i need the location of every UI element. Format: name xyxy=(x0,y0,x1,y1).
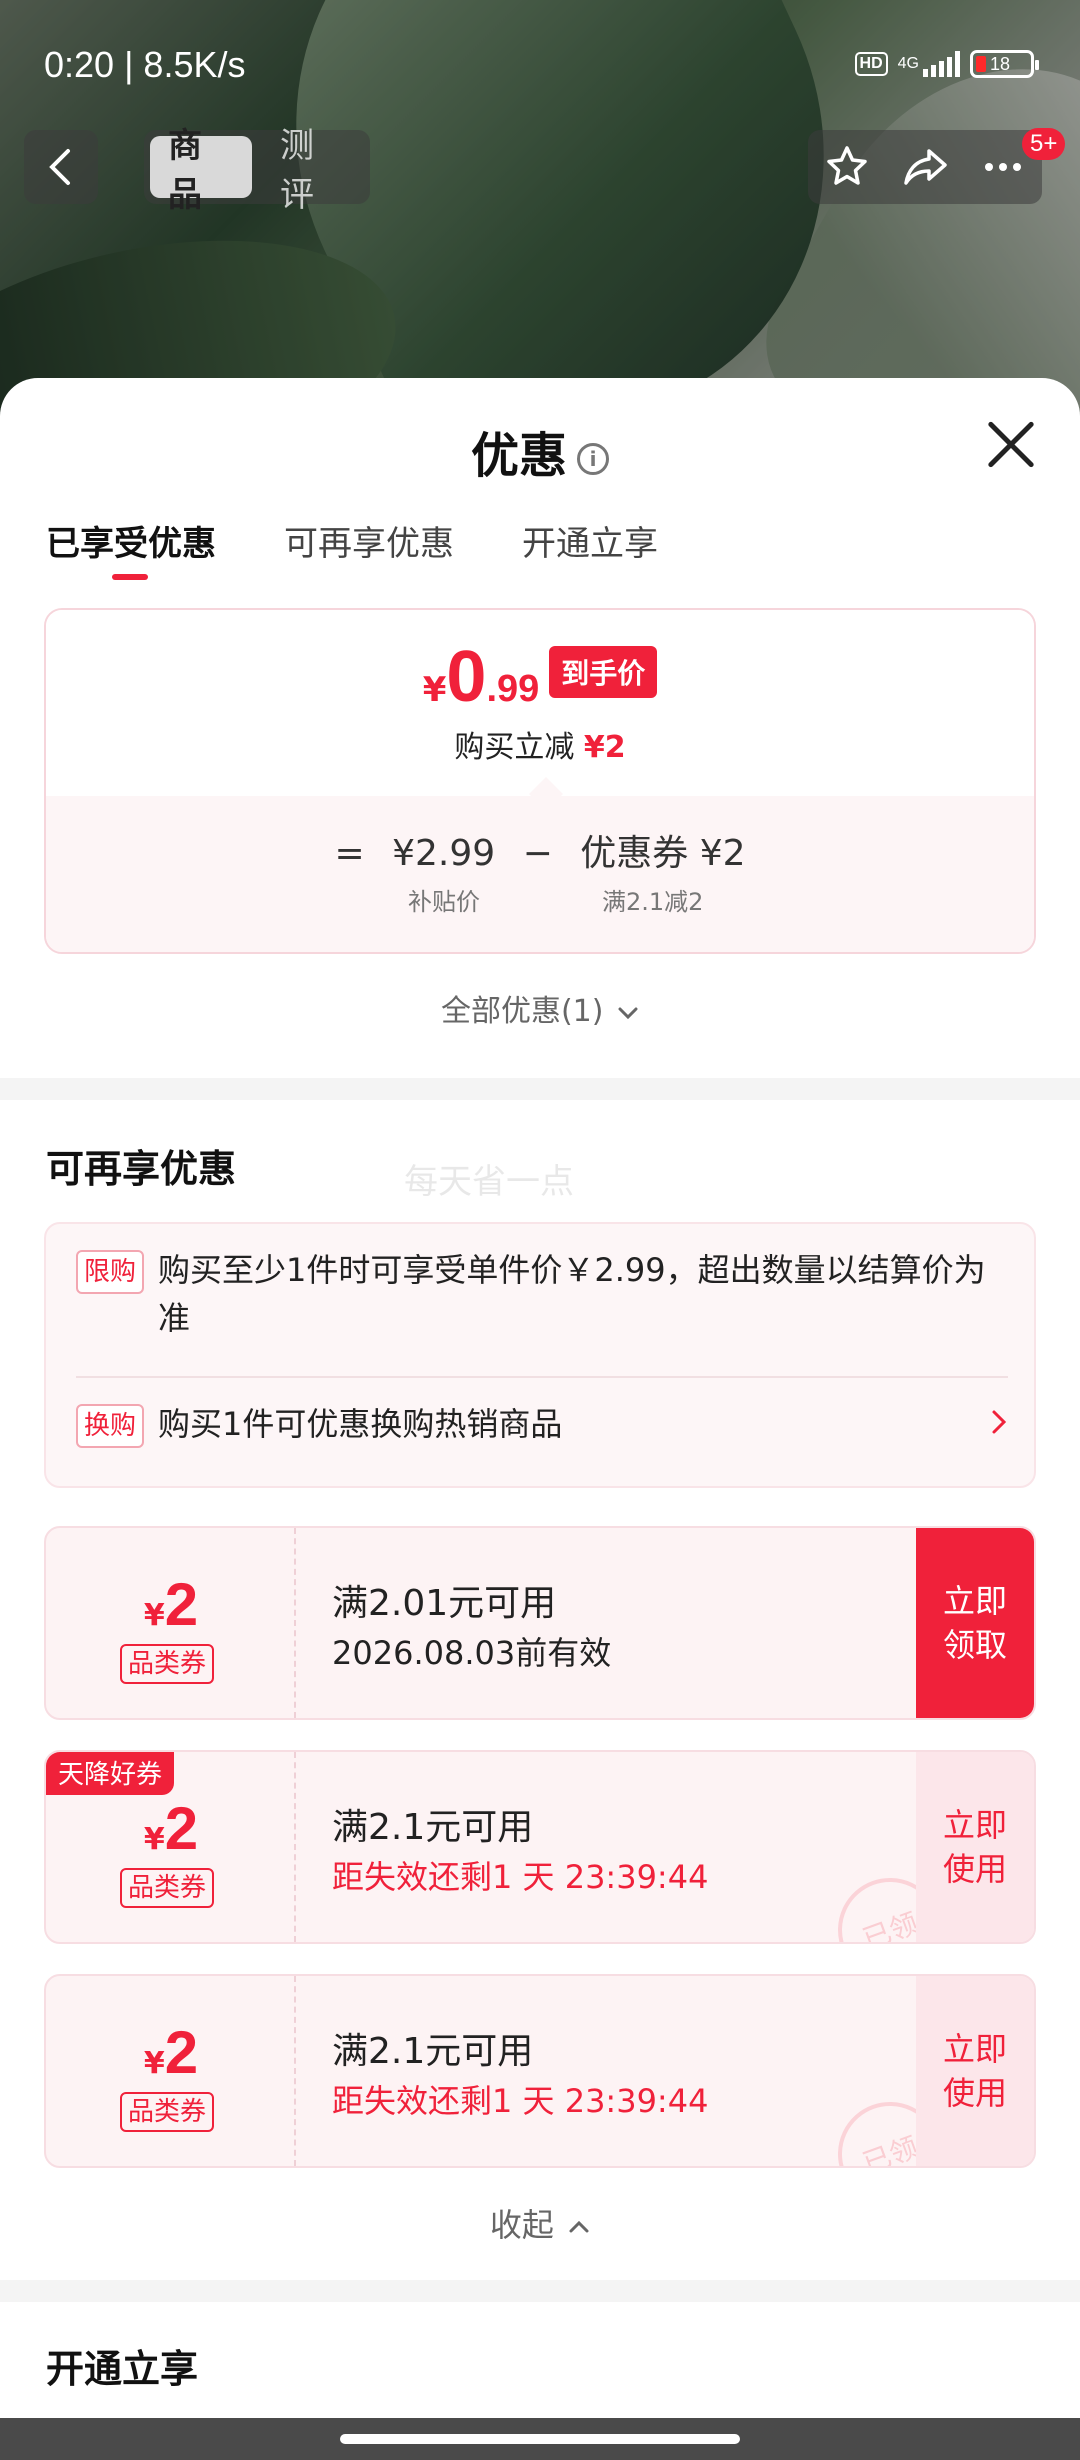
rule-tag: 限购 xyxy=(76,1250,145,1294)
all-offers-toggle[interactable]: 全部优惠(1) xyxy=(0,986,1080,1030)
sheet-title-text: 优惠 xyxy=(470,428,567,484)
open-now-title: 开通立享 xyxy=(46,2347,199,2391)
subsidy-price: ¥2.99 xyxy=(392,833,496,874)
chevron-up-icon xyxy=(569,2220,589,2233)
home-indicator[interactable] xyxy=(340,2434,740,2444)
share-icon[interactable] xyxy=(890,132,960,202)
final-price: ¥0.99 到手价 xyxy=(46,636,1034,718)
coupon-validity: 2026.08.03前有效 xyxy=(332,1634,612,1672)
use-coupon-button[interactable]: 立即 使用 xyxy=(916,1976,1034,2166)
battery-level: 18 xyxy=(990,53,1011,74)
coupon-type-badge: 品类券 xyxy=(120,1868,215,1908)
coupon-deduction: 优惠券 ¥2 xyxy=(580,833,746,874)
tab-more-offers[interactable]: 可再享优惠 xyxy=(284,516,454,565)
price-card: ¥0.99 到手价 购买立减 ¥2 = ¥2.99 − 优惠券 ¥2 补贴价 满2… xyxy=(44,608,1036,954)
tab-review[interactable]: 测评 xyxy=(262,126,364,215)
offer-tabs: 已享受优惠 可再享优惠 开通立享 xyxy=(46,516,658,580)
coupon-card: ¥2 品类券 满2.1元可用 距失效还剩1 天 23:39:44 已领 立即 使用 xyxy=(44,1974,1036,2168)
watermark: 每天省一点 xyxy=(404,1162,574,1202)
coupon-type-badge: 品类券 xyxy=(120,1644,215,1684)
system-navigation-bar xyxy=(0,2418,1080,2460)
rule-limit: 限购 购买至少1件时可享受单件价￥2.99，超出数量以结算价为准 xyxy=(76,1246,998,1342)
rule-exchange[interactable]: 换购 购买1件可优惠换购热销商品 xyxy=(76,1400,998,1448)
back-button[interactable] xyxy=(24,130,98,204)
status-time: 0:20 | 8.5K/s xyxy=(44,44,246,85)
coupon-condition: 满2.1元可用 xyxy=(332,1807,534,1848)
message-badge: 5+ xyxy=(1022,128,1066,160)
more-offers-title: 可再享优惠 xyxy=(46,1147,237,1191)
chevron-left-icon xyxy=(49,149,70,185)
coupon-card: ¥2 品类券 满2.01元可用 2026.08.03前有效 立即 领取 xyxy=(44,1526,1036,1720)
network-type: 4G xyxy=(897,55,919,72)
section-divider xyxy=(0,2280,1080,2302)
info-icon[interactable]: i xyxy=(577,443,609,475)
subsidy-price-label: 补贴价 xyxy=(408,888,480,916)
use-coupon-button[interactable]: 立即 使用 xyxy=(916,1752,1034,1942)
offers-sheet: 优惠 i 已享受优惠 可再享优惠 开通立享 ¥0.99 到手价 购买立减 ¥2 = … xyxy=(0,378,1080,2418)
coupon-countdown: 距失效还剩1 天 23:39:44 xyxy=(332,1858,709,1896)
instant-discount: 购买立减 ¥2 xyxy=(454,730,626,765)
coupon-card: 天降好券 ¥2 品类券 满2.1元可用 距失效还剩1 天 23:39:44 已领… xyxy=(44,1750,1036,1944)
coupon-value: ¥2 xyxy=(143,2019,199,2086)
coupon-value: ¥2 xyxy=(143,1571,199,1638)
purchase-rules: 限购 购买至少1件时可享受单件价￥2.99，超出数量以结算价为准 换购 购买1件… xyxy=(44,1222,1036,1488)
hd-icon: HD xyxy=(854,52,888,76)
chevron-right-icon[interactable] xyxy=(990,1408,1008,1436)
coupon-flag: 天降好券 xyxy=(46,1752,175,1795)
nav-tabs: 商品 测评 xyxy=(144,126,370,215)
nav-actions xyxy=(808,130,1042,204)
section-divider xyxy=(0,1078,1080,1100)
coupon-condition: 满2.1元可用 xyxy=(332,2031,534,2072)
tab-product[interactable]: 商品 xyxy=(150,126,252,215)
signal-icon xyxy=(923,51,960,77)
chevron-down-icon xyxy=(618,1007,638,1019)
rule-tag: 换购 xyxy=(76,1404,145,1448)
status-icons: HD 4G 18 xyxy=(854,50,1039,78)
collapse-toggle[interactable]: 收起 xyxy=(0,2200,1080,2246)
tab-enjoyed-offers[interactable]: 已享受优惠 xyxy=(46,516,216,580)
battery-icon: 18 xyxy=(970,50,1039,78)
close-button[interactable] xyxy=(986,420,1036,470)
coupon-type-badge: 品类券 xyxy=(120,2092,215,2132)
claim-coupon-button[interactable]: 立即 领取 xyxy=(916,1528,1034,1718)
coupon-condition: 满2.01元可用 xyxy=(332,1583,557,1624)
sheet-title: 优惠 i xyxy=(0,416,1080,486)
coupon-value: ¥2 xyxy=(143,1795,199,1862)
final-price-tag: 到手价 xyxy=(549,646,658,698)
coupon-countdown: 距失效还剩1 天 23:39:44 xyxy=(332,2082,709,2120)
button-label: 立即 使用 xyxy=(942,1806,1007,1888)
favorite-star-icon[interactable] xyxy=(812,132,882,202)
tab-open-now[interactable]: 开通立享 xyxy=(522,516,658,565)
price-breakdown: = ¥2.99 − 优惠券 ¥2 xyxy=(334,833,746,874)
button-label: 立即 领取 xyxy=(942,1582,1007,1664)
button-label: 立即 使用 xyxy=(942,2030,1007,2112)
coupon-rule-label: 满2.1减2 xyxy=(602,888,704,916)
status-bar: 0:20 | 8.5K/s HD 4G 18 xyxy=(0,0,1080,130)
